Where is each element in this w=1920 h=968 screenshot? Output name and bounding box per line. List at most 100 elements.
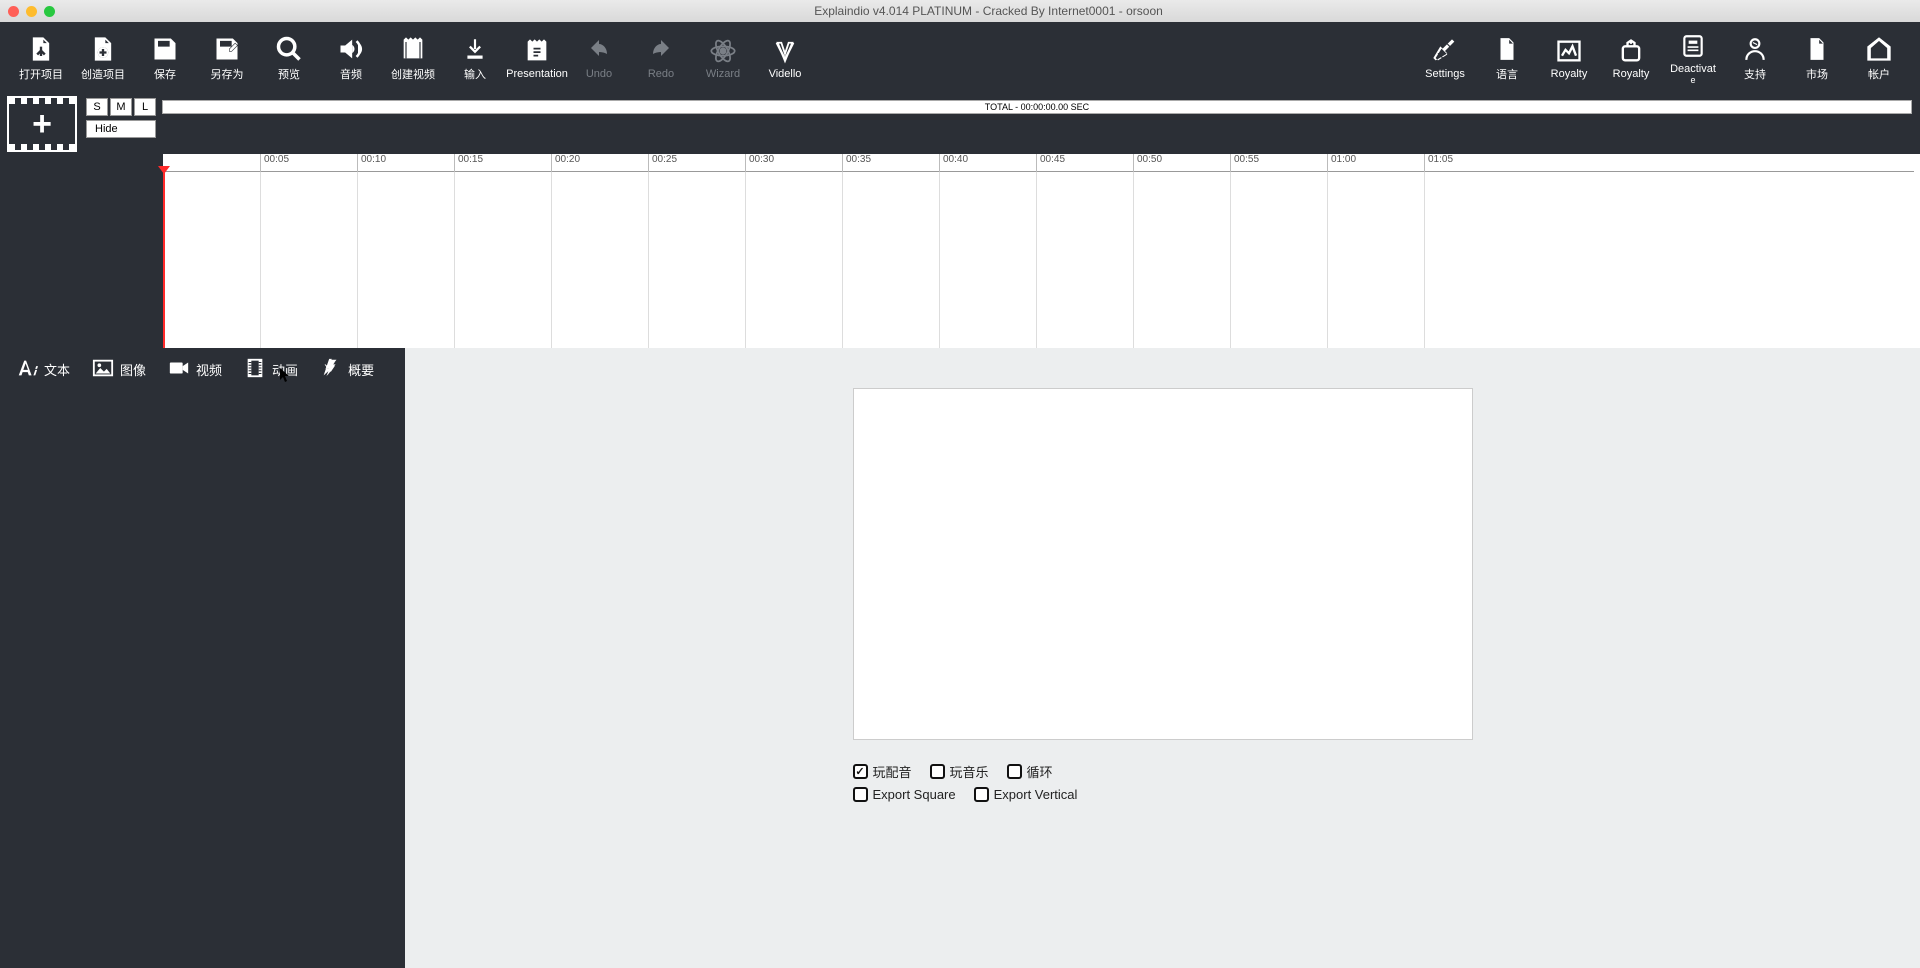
audio-button[interactable]: 音频 xyxy=(320,26,382,90)
wizard-icon xyxy=(706,36,740,66)
save-button[interactable]: 保存 xyxy=(134,26,196,90)
create-project-icon xyxy=(86,34,120,64)
ruler-tick: 00:10 xyxy=(357,154,386,172)
timeline-tracks[interactable] xyxy=(163,172,1914,348)
zoom-size-buttons: SML xyxy=(86,98,156,116)
create-video-icon xyxy=(396,34,430,64)
main-toolbar: 打开项目创造项目保存另存为预览 音频创建视频 输入 PresentationUndo R… xyxy=(0,22,1920,94)
support-label: 支持 xyxy=(1744,66,1766,82)
input-label: 输入 xyxy=(464,66,486,82)
language-label: 语言 xyxy=(1496,66,1518,82)
royalty1-icon xyxy=(1552,36,1586,66)
audio-icon xyxy=(334,34,368,64)
close-icon[interactable] xyxy=(8,6,19,17)
vidello-button[interactable]: Vidello xyxy=(754,26,816,90)
minimize-icon[interactable] xyxy=(26,6,37,17)
preview-label: 预览 xyxy=(278,66,300,82)
vidello-icon xyxy=(768,36,802,66)
tab-text[interactable]: 文本 xyxy=(6,352,80,386)
preview-button[interactable]: 预览 xyxy=(258,26,320,90)
royalty2-icon xyxy=(1614,36,1648,66)
checkbox-label: 玩配音 xyxy=(873,762,912,781)
support-icon xyxy=(1738,34,1772,64)
ruler-tick: 00:05 xyxy=(260,154,289,172)
save-as-button[interactable]: 另存为 xyxy=(196,26,258,90)
tab-image[interactable]: 图像 xyxy=(82,352,156,386)
account-button[interactable]: 帐户 xyxy=(1848,26,1910,90)
ruler-tick: 00:50 xyxy=(1133,154,1162,172)
checkbox-label: Export Square xyxy=(873,787,956,802)
checkbox-play-music[interactable]: 玩音乐 xyxy=(930,762,989,781)
checkbox-export-vertical[interactable]: Export Vertical xyxy=(974,787,1078,802)
language-button[interactable]: 语言 xyxy=(1476,26,1538,90)
summary-icon xyxy=(320,357,342,382)
window-title: Explaindio v4.014 PLATINUM - Cracked By … xyxy=(65,4,1912,18)
save-as-icon xyxy=(210,34,244,64)
market-button[interactable]: 市场 xyxy=(1786,26,1848,90)
hide-button[interactable]: Hide xyxy=(86,120,156,138)
add-scene-button[interactable]: + xyxy=(0,94,84,154)
presentation-label: Presentation xyxy=(506,68,568,80)
checkbox-box xyxy=(930,764,945,779)
tab-summary[interactable]: 概要 xyxy=(310,352,384,386)
checkbox-label: 玩音乐 xyxy=(950,762,989,781)
checkbox-box xyxy=(853,764,868,779)
input-button[interactable]: 输入 xyxy=(444,26,506,90)
deactivate-label: Deactivat xyxy=(1670,63,1716,75)
redo-icon xyxy=(644,36,678,66)
zoom-s-button[interactable]: S xyxy=(86,98,108,116)
checkbox-label: Export Vertical xyxy=(994,787,1078,802)
settings-icon xyxy=(1428,36,1462,66)
canvas-area: 玩配音 玩音乐循环 Export Square Export Vertical xyxy=(405,348,1920,968)
redo-label: Redo xyxy=(648,68,674,80)
open-project-button[interactable]: 打开项目 xyxy=(10,26,72,90)
checkbox-export-square[interactable]: Export Square xyxy=(853,787,956,802)
royalty1-label: Royalty xyxy=(1551,68,1588,80)
settings-button[interactable]: Settings xyxy=(1414,26,1476,90)
timeline-total-bar[interactable]: TOTAL - 00:00:00.00 SEC xyxy=(162,100,1912,114)
tab-label: 概要 xyxy=(348,360,374,379)
royalty1-button[interactable]: Royalty xyxy=(1538,26,1600,90)
timeline-tracks-area[interactable]: 00:0500:1000:1500:2000:2500:3000:3500:40… xyxy=(0,154,1920,348)
save-icon xyxy=(148,34,182,64)
create-project-button[interactable]: 创造项目 xyxy=(72,26,134,90)
export-options: 玩配音 玩音乐循环 Export Square Export Vertical xyxy=(853,762,1473,802)
deactivate-button[interactable]: Deactivate xyxy=(1662,26,1724,90)
tab-animation[interactable]: 动画 xyxy=(234,352,308,386)
titlebar: Explaindio v4.014 PLATINUM - Cracked By … xyxy=(0,0,1920,22)
royalty2-button[interactable]: Royalty xyxy=(1600,26,1662,90)
market-label: 市场 xyxy=(1806,66,1828,82)
vidello-label: Vidello xyxy=(769,68,802,80)
market-icon xyxy=(1800,34,1834,64)
create-video-button[interactable]: 创建视频 xyxy=(382,26,444,90)
zoom-l-button[interactable]: L xyxy=(134,98,156,116)
ruler-tick: 01:05 xyxy=(1424,154,1453,172)
support-button[interactable]: 支持 xyxy=(1724,26,1786,90)
wizard-button[interactable]: Wizard xyxy=(692,26,754,90)
ruler-tick: 00:45 xyxy=(1036,154,1065,172)
undo-button[interactable]: Undo xyxy=(568,26,630,90)
create-video-label: 创建视频 xyxy=(391,66,435,82)
ruler-tick: 00:25 xyxy=(648,154,677,172)
maximize-icon[interactable] xyxy=(44,6,55,17)
open-project-icon xyxy=(24,34,58,64)
window-controls xyxy=(8,6,55,17)
checkbox-play-voiceover[interactable]: 玩配音 xyxy=(853,762,912,781)
undo-icon xyxy=(582,36,616,66)
checkbox-loop[interactable]: 循环 xyxy=(1007,762,1053,781)
tab-label: 文本 xyxy=(44,360,70,379)
tab-video[interactable]: 视频 xyxy=(158,352,232,386)
plus-icon: + xyxy=(32,107,52,141)
create-project-label: 创造项目 xyxy=(81,66,125,82)
text-icon xyxy=(16,357,38,382)
ruler-tick: 00:40 xyxy=(939,154,968,172)
deactivate-icon xyxy=(1676,31,1710,61)
timeline-ruler: 00:0500:1000:1500:2000:2500:3000:3500:40… xyxy=(163,154,1914,172)
tab-label: 动画 xyxy=(272,360,298,379)
redo-button[interactable]: Redo xyxy=(630,26,692,90)
ruler-tick: 01:00 xyxy=(1327,154,1356,172)
zoom-m-button[interactable]: M xyxy=(110,98,132,116)
playhead[interactable] xyxy=(163,172,165,348)
preview-canvas[interactable] xyxy=(853,388,1473,740)
presentation-button[interactable]: Presentation xyxy=(506,26,568,90)
